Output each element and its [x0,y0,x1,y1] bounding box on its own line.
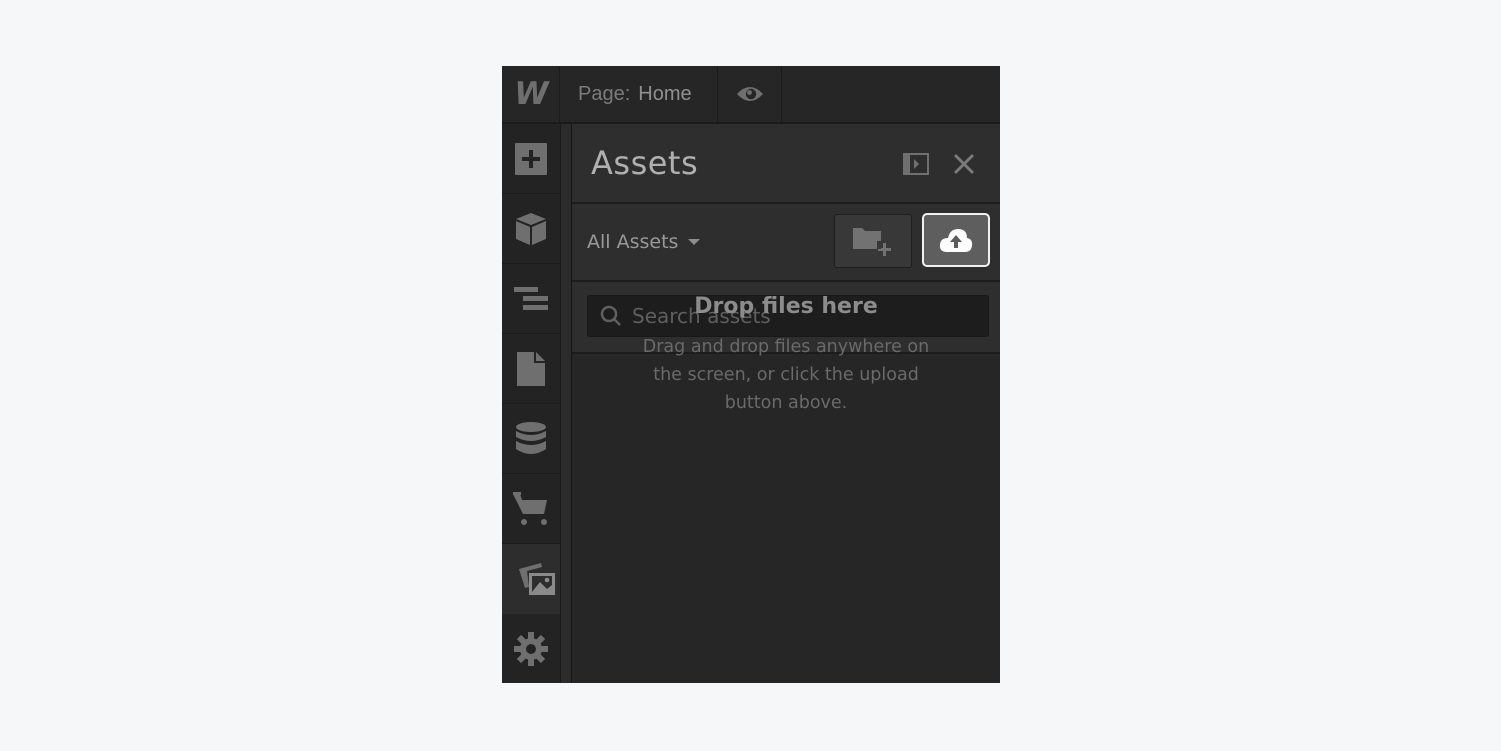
top-bar: W Page: Home [502,66,1000,124]
logo-button[interactable]: W [502,66,560,122]
empty-state-description: Drag and drop files anywhere on the scre… [642,337,930,413]
empty-state-title: Drop files here [694,294,878,319]
gear-icon [514,631,548,666]
page-label: Page: [578,82,631,105]
images-icon [519,563,555,595]
rail-item-symbols[interactable] [502,194,560,264]
designer-app: W Page: Home Assets All Assets Search as… [502,66,1000,683]
cart-icon [513,491,547,525]
rail-item-cms[interactable] [502,404,560,474]
panel-resize-handle[interactable] [560,124,572,683]
preview-button[interactable] [718,66,782,122]
page-name: Home [638,82,692,105]
rail-item-navigator[interactable] [502,264,560,334]
left-rail [502,124,572,683]
plus-square-icon [515,142,547,175]
webflow-logo: W [514,76,548,112]
navigator-icon [514,286,548,310]
page-icon [517,351,545,386]
page-selector[interactable]: Page: Home [560,66,718,122]
cube-icon [516,212,546,245]
rail-item-settings[interactable] [502,614,560,683]
rail-item-pages[interactable] [502,334,560,404]
assets-panel: Assets All Assets Search assets Drop fil… [572,124,1000,683]
database-icon [516,421,546,454]
rail-item-add[interactable] [502,124,560,194]
rail-item-ecommerce[interactable] [502,474,560,544]
empty-state: Drop files here Drag and drop files anyw… [572,124,1000,417]
eye-icon [736,87,763,101]
